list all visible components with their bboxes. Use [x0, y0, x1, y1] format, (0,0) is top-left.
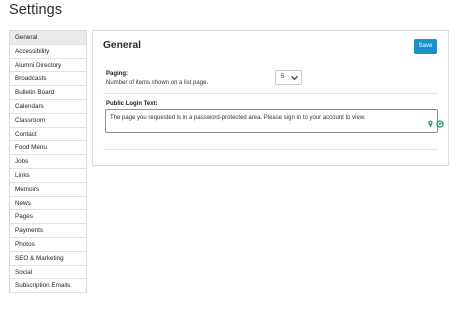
sidebar-item-general[interactable]: General [10, 31, 86, 45]
general-settings-panel: General Save Paging: Number of items sho… [92, 30, 449, 166]
sidebar-item-jobs[interactable]: Jobs [10, 155, 86, 169]
chevron-down-icon [291, 76, 298, 80]
sidebar-item-photos[interactable]: Photos [10, 237, 86, 252]
sidebar-item-accessibility[interactable]: Accessibility [10, 44, 86, 59]
sidebar-item-links[interactable]: Links [10, 168, 86, 183]
sidebar-item-bulletin-board[interactable]: Bulletin Board [10, 86, 86, 100]
panel-title: General [103, 40, 141, 51]
public-login-text-value: The page you requested is in a password-… [110, 115, 366, 121]
paging-select-value: 5 [281, 74, 285, 80]
sidebar-item-pages[interactable]: Pages [10, 210, 86, 225]
section-divider [103, 149, 438, 150]
sidebar-item-subscription-emails[interactable]: Subscription Emails [10, 279, 86, 294]
paging-help-text: Number of items shown on a list page. [106, 80, 209, 86]
paging-label: Paging: [106, 71, 128, 77]
sidebar-item-food-menu[interactable]: Food Menu [10, 141, 86, 156]
settings-sidebar: General Accessibility Alumni Directory B… [9, 30, 87, 294]
sidebar-item-memoirs[interactable]: Memoirs [10, 182, 86, 197]
public-login-text-label: Public Login Text: [106, 101, 158, 107]
public-login-text-field[interactable]: The page you requested is in a password-… [105, 109, 444, 133]
sidebar-item-news[interactable]: News [10, 196, 86, 211]
section-divider [103, 93, 438, 94]
sidebar-item-alumni-directory[interactable]: Alumni Directory [10, 58, 86, 73]
sidebar-item-calendars[interactable]: Calendars [10, 99, 86, 114]
sidebar-item-social[interactable]: Social [10, 265, 86, 280]
sidebar-item-contact[interactable]: Contact [10, 127, 86, 142]
pin-icon[interactable] [428, 120, 433, 128]
paging-select[interactable]: 5 [275, 70, 302, 85]
page-title: Settings [9, 2, 63, 18]
sidebar-item-broadcasts[interactable]: Broadcasts [10, 72, 86, 87]
sidebar-item-seo-marketing[interactable]: SEO & Marketing [10, 251, 86, 266]
sidebar-item-payments[interactable]: Payments [10, 224, 86, 238]
grammar-icon[interactable] [436, 120, 444, 128]
sidebar-item-classroom[interactable]: Classroom [10, 113, 86, 128]
save-button[interactable]: Save [414, 39, 437, 54]
